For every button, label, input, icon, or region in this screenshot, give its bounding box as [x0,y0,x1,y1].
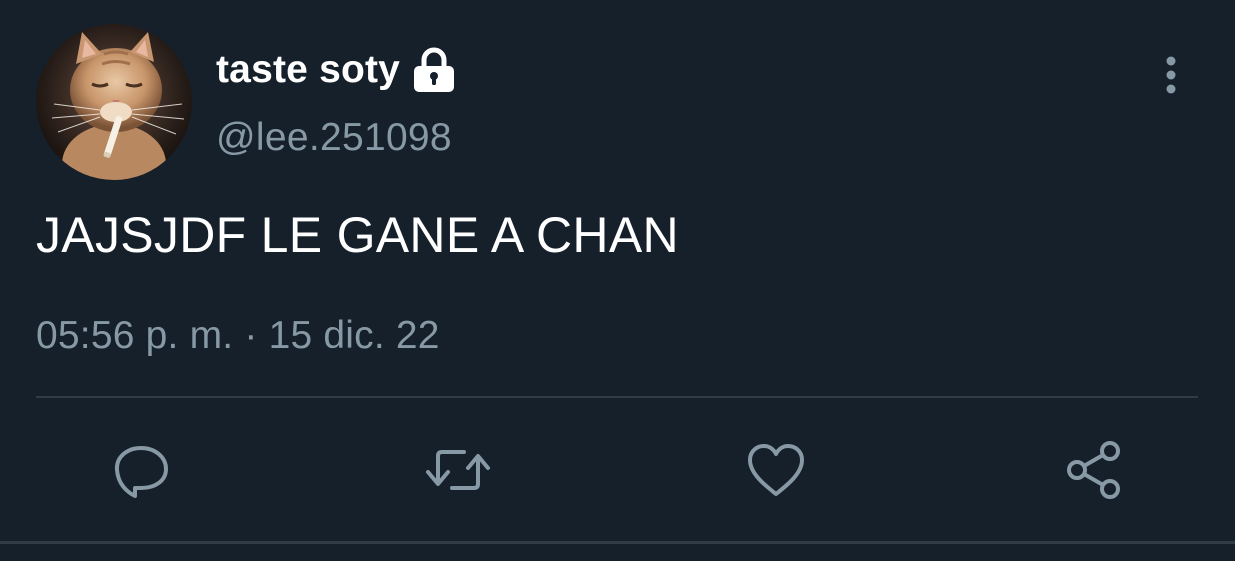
divider [36,396,1198,398]
display-name-row: taste soty [216,42,456,98]
tweet-timestamp[interactable]: 05:56 p. m. · 15 dic. 22 [36,314,440,358]
tweet-text: JAJSJDF LE GANE A CHAN [36,207,679,263]
retweet-icon [426,450,490,490]
lock-icon [412,47,456,93]
reply-icon [114,446,168,498]
retweet-button[interactable] [424,436,492,504]
more-options-button[interactable] [1148,52,1194,98]
share-button[interactable] [1060,436,1128,504]
share-icon [1067,441,1120,499]
more-vertical-icon [1166,56,1176,94]
user-handle[interactable]: @lee.251098 [216,116,452,160]
heart-icon [748,444,804,496]
bottom-divider [0,541,1235,544]
reply-button[interactable] [107,436,175,504]
tweet-detail: taste soty @lee.251098 JAJSJDF LE GANE A… [0,0,1235,561]
display-name[interactable]: taste soty [216,48,400,92]
avatar[interactable] [36,24,192,180]
like-button[interactable] [742,436,810,504]
